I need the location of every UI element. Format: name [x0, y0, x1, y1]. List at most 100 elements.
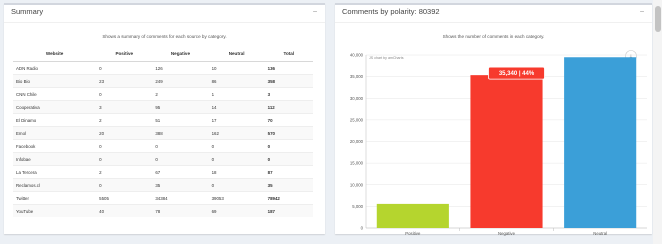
- chart-credit: JS chart by amCharts: [369, 56, 404, 60]
- table-cell-neutral: 69: [208, 204, 265, 217]
- table-cell-positive: 20: [96, 126, 153, 140]
- table-cell-neutral: 1: [208, 87, 265, 101]
- table-cell-positive: 2: [96, 165, 153, 179]
- table-cell-total: 87: [264, 165, 313, 179]
- table-cell-positive: 23: [96, 74, 153, 88]
- table-cell-negative: 67: [152, 165, 209, 179]
- scrollbar-thumb[interactable]: [655, 6, 661, 32]
- table-row: Infobae 0 0 0 0: [13, 152, 313, 166]
- table-cell-website: Reclamos.cl: [13, 178, 97, 192]
- table-cell-neutral: 0: [208, 178, 265, 192]
- summary-panel: Summary − Shows a summary of comments fo…: [4, 3, 325, 234]
- table-row: La Tercera 2 67 18 87: [13, 165, 313, 179]
- table-row: El Dinamo 2 51 17 70: [13, 113, 313, 127]
- table-cell-positive: 0: [96, 87, 153, 101]
- table-cell-total: 187: [264, 204, 313, 217]
- x-tick-label: Negative: [498, 231, 516, 236]
- table-row: Emol 20 388 162 570: [13, 126, 313, 140]
- table-cell-negative: 2: [152, 87, 209, 101]
- table-cell-neutral: 39053: [208, 191, 265, 205]
- y-tick-label: 30,000: [350, 96, 364, 101]
- table-cell-total: 112: [264, 100, 313, 114]
- polarity-title: Comments by polarity: 80392: [342, 7, 440, 16]
- column-header-total[interactable]: Total: [264, 46, 313, 62]
- table-row: Twitter 5505 34384 39053 78942: [13, 191, 313, 205]
- x-tick-label: Neutral: [593, 231, 607, 236]
- table-cell-neutral: 162: [208, 126, 265, 140]
- table-cell-positive: 40: [96, 204, 153, 217]
- polarity-chart: JS chart by amCharts ⤓ 05,00010,00015,00…: [350, 50, 647, 236]
- table-row: Reclamos.cl 0 35 0 35: [13, 178, 313, 192]
- table-cell-total: 570: [264, 126, 313, 140]
- table-row: YouTube 40 78 69 187: [13, 204, 313, 217]
- table-row: CNN Chile 0 2 1 3: [13, 87, 313, 101]
- table-cell-total: 3: [264, 87, 313, 101]
- table-cell-total: 0: [264, 139, 313, 153]
- y-tick-label: 35,000: [350, 74, 364, 79]
- table-cell-website: Twitter: [13, 191, 97, 205]
- table-cell-total: 358: [264, 74, 313, 88]
- summary-table: Website Positive Negative Neutral Total …: [13, 46, 313, 217]
- y-tick-label: 15,000: [350, 161, 364, 166]
- page-scrollbar[interactable]: [653, 0, 662, 244]
- chart-layer: 0 5,000 10,000 15,000 20,000 25,000 30,000 35,0…: [350, 53, 647, 236]
- table-cell-negative: 95: [152, 100, 209, 114]
- table-row: Cooperativa 3 95 14 112: [13, 100, 313, 114]
- summary-subtitle: Shows a summary of comments for each sou…: [102, 34, 227, 39]
- polarity-panel: Comments by polarity: 80392 − Shows the …: [335, 3, 652, 236]
- table-cell-total: 0: [264, 152, 313, 166]
- table-cell-website: Cooperativa: [13, 100, 97, 114]
- table-cell-negative: 249: [152, 74, 209, 88]
- table-cell-negative: 126: [152, 61, 209, 75]
- table-cell-website: Bio Bio: [13, 74, 97, 88]
- table-cell-negative: 78: [152, 204, 209, 217]
- table-cell-positive: 0: [96, 178, 153, 192]
- column-header-positive[interactable]: Positive: [96, 46, 153, 62]
- table-cell-website: Infobae: [13, 152, 97, 166]
- table-cell-total: 136: [264, 61, 313, 75]
- column-header-neutral[interactable]: Neutral: [208, 46, 265, 62]
- x-tick-label: Positive: [405, 231, 421, 236]
- table-cell-neutral: 17: [208, 113, 265, 127]
- column-header-website[interactable]: Website: [13, 46, 97, 62]
- table-cell-neutral: 18: [208, 165, 265, 179]
- table-row: ADN Radio 0 126 10 136: [13, 61, 313, 75]
- table-cell-negative: 0: [152, 152, 209, 166]
- y-tick-label: 40,000: [350, 53, 364, 58]
- table-cell-website: La Tercera: [13, 165, 97, 179]
- table-cell-positive: 0: [96, 61, 153, 75]
- summary-table-body: ADN Radio 0 126 10 136 Bio Bio 23 249 86 358 CNN C…: [13, 61, 313, 217]
- table-cell-website: Facebook: [13, 139, 97, 153]
- table-cell-positive: 0: [96, 152, 153, 166]
- polarity-header: Comments by polarity: 80392 −: [335, 5, 652, 23]
- table-cell-total: 78942: [264, 191, 313, 205]
- table-cell-neutral: 10: [208, 61, 265, 75]
- table-row: Bio Bio 23 249 86 358: [13, 74, 313, 88]
- table-cell-website: ADN Radio: [13, 61, 97, 75]
- table-cell-negative: 388: [152, 126, 209, 140]
- table-cell-neutral: 0: [208, 152, 265, 166]
- table-cell-website: Emol: [13, 126, 97, 140]
- y-tick-label: 5,000: [352, 204, 363, 209]
- table-cell-website: CNN Chile: [13, 87, 97, 101]
- table-cell-neutral: 0: [208, 139, 265, 153]
- table-cell-website: El Dinamo: [13, 113, 97, 127]
- summary-title: Summary: [11, 7, 44, 16]
- y-tick-label: 10,000: [350, 182, 364, 187]
- bar-negative[interactable]: [470, 75, 543, 228]
- y-tick-label: 25,000: [350, 117, 364, 122]
- table-cell-negative: 51: [152, 113, 209, 127]
- table-cell-neutral: 86: [208, 74, 265, 88]
- table-cell-positive: 3: [96, 100, 153, 114]
- table-cell-positive: 2: [96, 113, 153, 127]
- table-row: Facebook 0 0 0 0: [13, 139, 313, 153]
- table-cell-total: 35: [264, 178, 313, 192]
- bar-neutral[interactable]: [564, 57, 637, 228]
- collapse-icon[interactable]: −: [309, 6, 321, 18]
- y-tick-label: 20,000: [350, 139, 364, 144]
- table-cell-positive: 5505: [96, 191, 153, 205]
- bar-positive[interactable]: [376, 203, 449, 228]
- collapse-icon[interactable]: −: [636, 6, 648, 18]
- column-header-negative[interactable]: Negative: [152, 46, 209, 62]
- table-cell-negative: 35: [152, 178, 209, 192]
